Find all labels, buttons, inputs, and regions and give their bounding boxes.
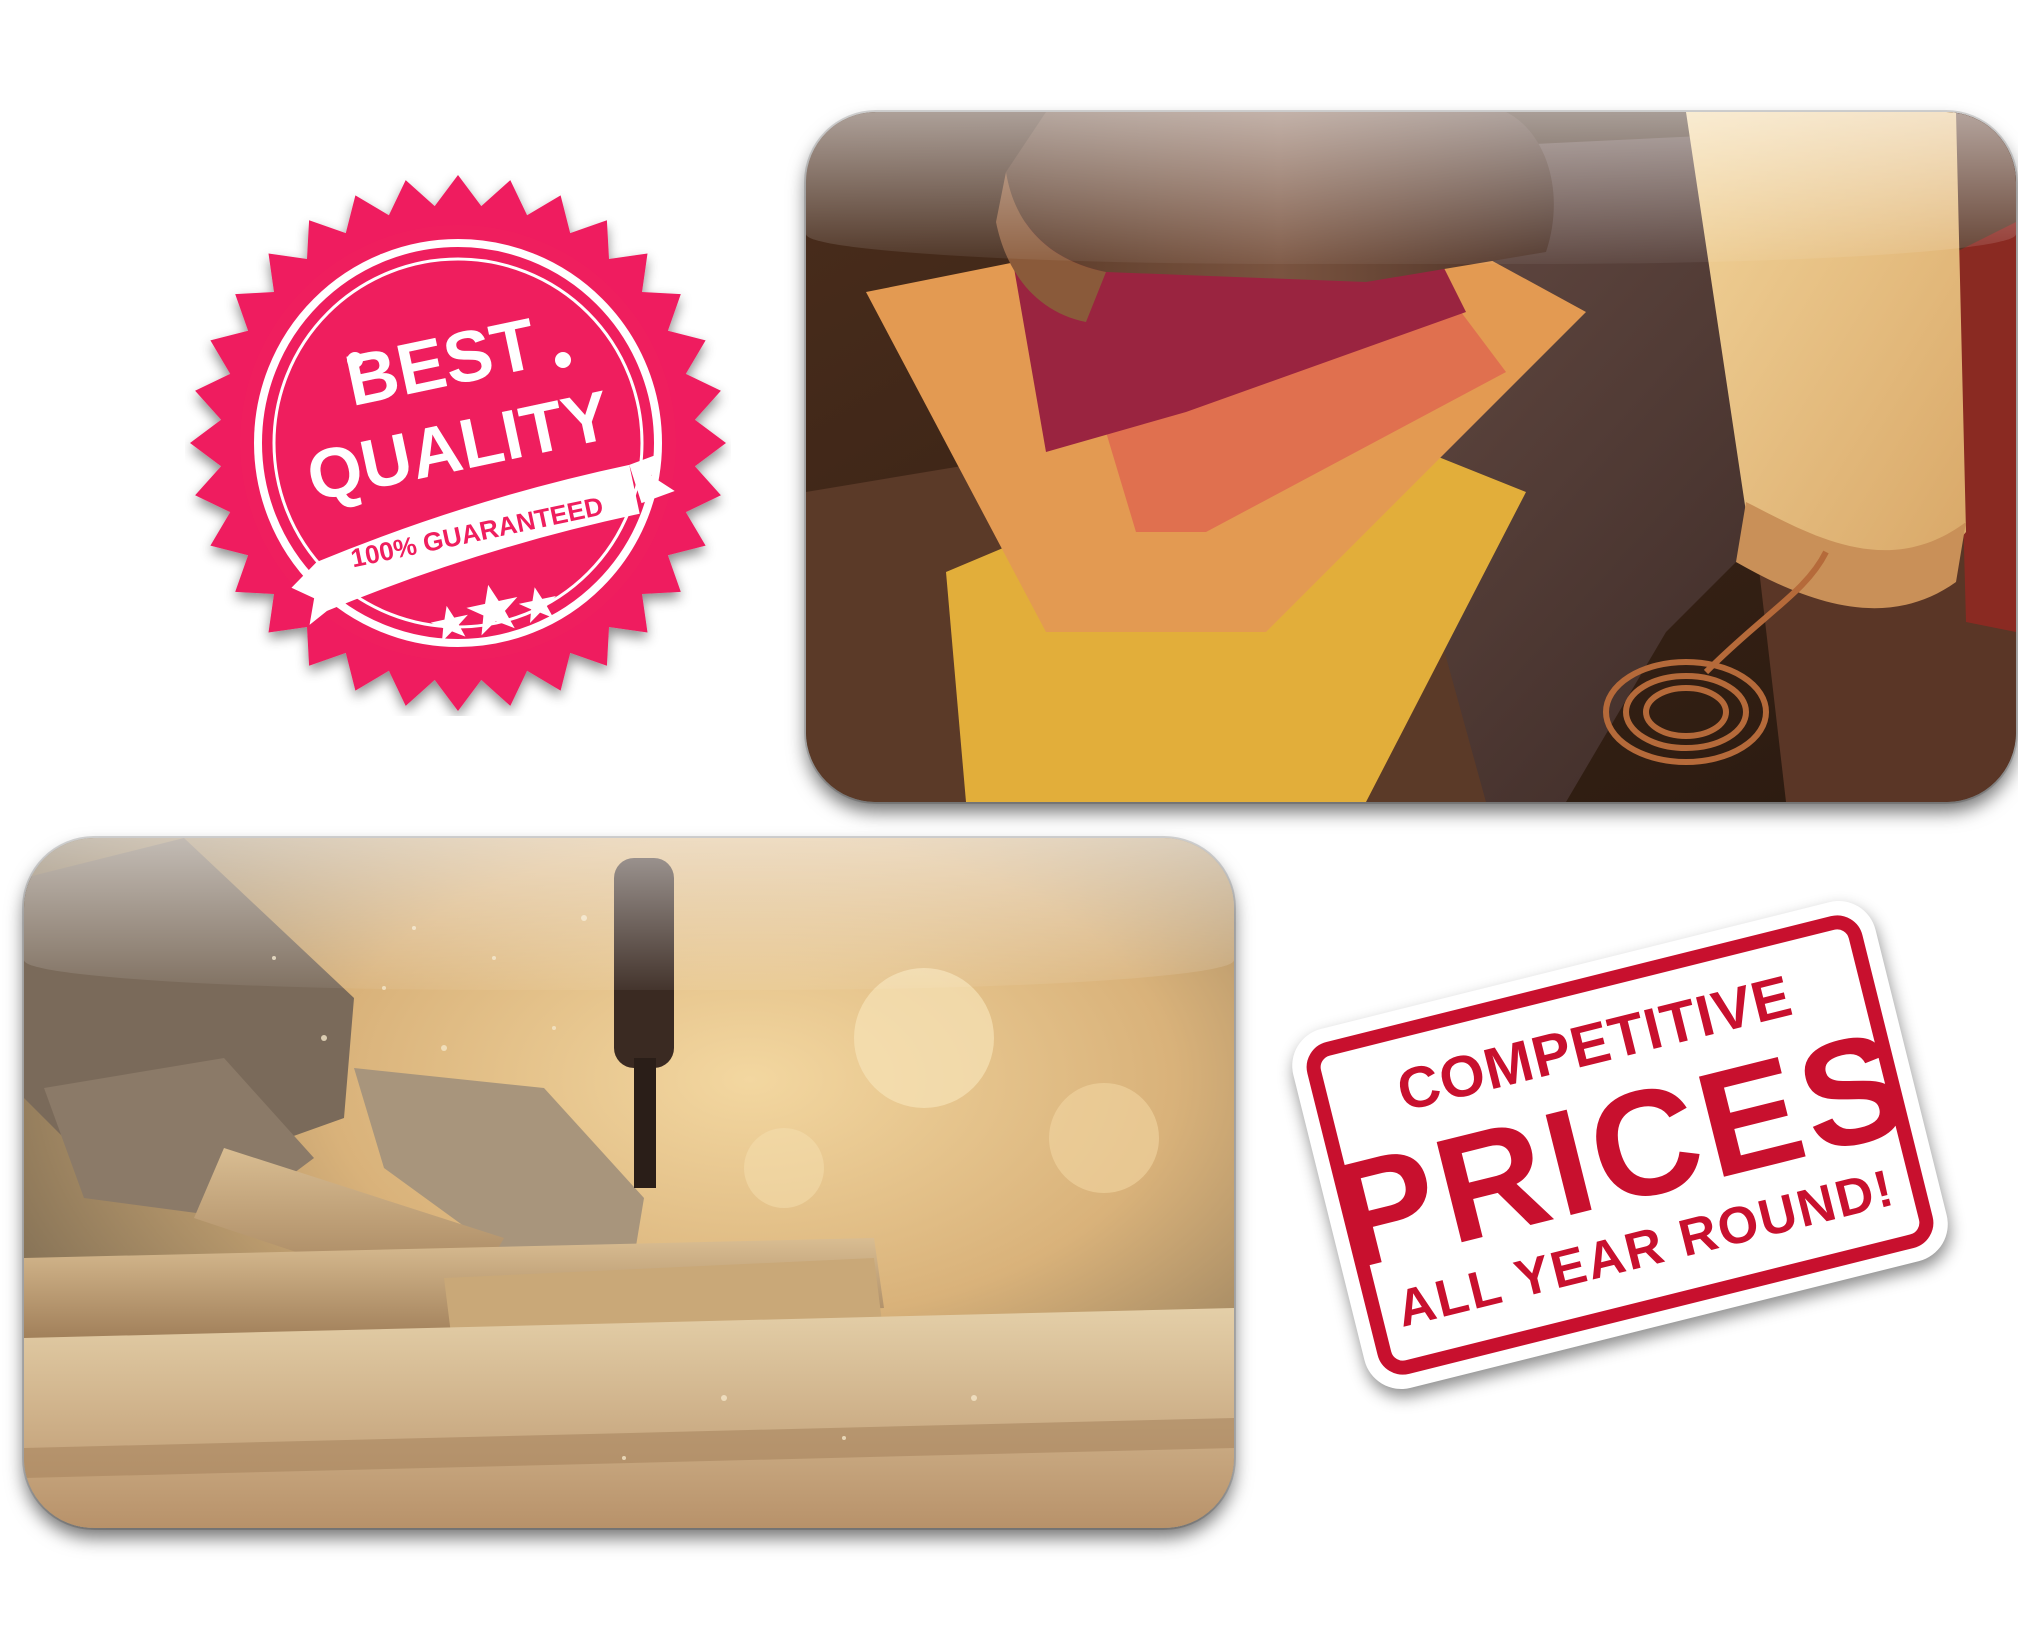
leather-photo-image [806, 112, 2016, 802]
seal-badge-icon: BEST QUALITY 100% GUARANTEED [190, 175, 726, 711]
competitive-prices-stamp: COMPETITIVE PRICES ALL YEAR ROUND! [1284, 892, 1956, 1398]
woodworking-photo-tile [24, 838, 1234, 1528]
woodworking-photo-image [24, 838, 1234, 1528]
best-quality-seal: BEST QUALITY 100% GUARANTEED [185, 170, 731, 716]
leather-photo-tile [806, 112, 2016, 802]
stamp-border: COMPETITIVE PRICES ALL YEAR ROUND! [1301, 909, 1939, 1381]
